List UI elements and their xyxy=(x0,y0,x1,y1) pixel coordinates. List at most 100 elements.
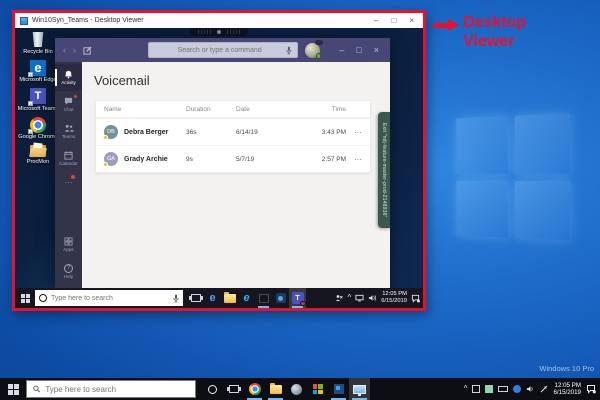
desktop-icon-recycle-bin[interactable]: Recycle Bin xyxy=(17,31,59,55)
tray-app-icon[interactable] xyxy=(472,385,480,393)
connect-icon[interactable] xyxy=(335,294,343,302)
viewer-close-button[interactable]: × xyxy=(409,16,414,25)
desktop-icon-microsoft-teams[interactable]: T ↗ Microsoft Teams xyxy=(17,88,59,112)
task-view-icon xyxy=(191,294,201,302)
ethernet-icon[interactable] xyxy=(540,385,548,393)
taskbar-chrome[interactable] xyxy=(244,378,265,400)
taskbar-search[interactable] xyxy=(26,380,196,398)
new-chat-icon[interactable] xyxy=(83,46,92,55)
voicemail-duration: 9s xyxy=(186,156,236,163)
desktop-icon-google-chrome[interactable]: ↗ Google Chrome xyxy=(17,116,59,140)
teams-minimize-button[interactable]: – xyxy=(339,45,344,55)
rail-item-apps[interactable]: Apps xyxy=(55,231,82,258)
folder-icon xyxy=(30,145,46,157)
taskbar-search-input[interactable] xyxy=(45,385,189,394)
column-time[interactable]: Time xyxy=(296,106,346,113)
voicemail-table: Name Duration Date Time DB xyxy=(95,100,371,173)
task-view-icon xyxy=(229,385,239,393)
start-button[interactable] xyxy=(15,288,35,308)
hidden-icons-button[interactable]: ^ xyxy=(347,294,351,302)
column-name[interactable]: Name xyxy=(104,106,186,113)
desktop-viewer-window[interactable]: Win10Syn_Teams - Desktop Viewer – □ × Re… xyxy=(12,10,426,311)
task-view-button[interactable] xyxy=(187,288,204,308)
back-button[interactable]: ‹ xyxy=(63,45,66,55)
teams-close-button[interactable]: × xyxy=(374,45,379,55)
taskbar-citrix-workspace[interactable] xyxy=(286,378,307,400)
taskbar-remote-app[interactable] xyxy=(328,378,349,400)
column-duration[interactable]: Duration xyxy=(186,106,236,113)
monitor-icon xyxy=(353,385,366,394)
taskbar-clock[interactable]: 12:05 PM 6/15/2019 xyxy=(381,291,407,305)
host-taskbar: ^ 12:05 PM 6/15/2019 xyxy=(0,378,600,400)
more-options-icon[interactable]: ··· xyxy=(346,128,362,137)
table-row[interactable]: DB Debra Berger 36s 6/14/19 3:43 PM ··· xyxy=(96,118,370,145)
search-icon xyxy=(33,385,40,393)
battery-icon[interactable] xyxy=(498,386,508,392)
taskbar-teams[interactable]: T xyxy=(289,288,306,308)
viewer-toolbar-grip[interactable] xyxy=(190,28,248,36)
rail-item-calendar[interactable]: Calendar xyxy=(55,145,82,172)
exit-session-tab[interactable]: Exit "ndj-feature-master-prod-2148936" xyxy=(378,112,390,228)
taskbar-clock[interactable]: 12:05 PM 6/15/2019 xyxy=(553,382,581,397)
shortcut-arrow-icon: ↗ xyxy=(28,101,33,106)
start-button[interactable] xyxy=(0,378,26,400)
forward-button[interactable]: › xyxy=(73,45,76,55)
internet-explorer-icon: e xyxy=(243,293,249,304)
task-view-button[interactable] xyxy=(223,378,244,400)
table-row[interactable]: GA Grady Archie 9s 5/7/19 2:57 PM ··· xyxy=(96,145,370,172)
taskbar-skype-for-business[interactable] xyxy=(272,288,289,308)
citrix-workspace-icon xyxy=(291,384,302,395)
viewer-maximize-button[interactable]: □ xyxy=(391,16,396,25)
viewer-minimize-button[interactable]: – xyxy=(374,16,378,25)
speaker-icon[interactable] xyxy=(526,385,535,393)
viewer-title: Win10Syn_Teams - Desktop Viewer xyxy=(32,17,144,24)
action-center-icon[interactable] xyxy=(411,294,420,303)
action-center-icon[interactable] xyxy=(586,384,596,394)
avatar-badge xyxy=(315,40,323,45)
network-icon[interactable] xyxy=(355,294,364,302)
taskbar-search-input[interactable] xyxy=(51,295,169,302)
windows-desktop: Windows 10 Pro Win10Syn_Teams - Desktop … xyxy=(0,0,600,400)
taskbar-admin-tool[interactable] xyxy=(307,378,328,400)
grip-dots-icon xyxy=(226,30,241,34)
caller-name: Debra Berger xyxy=(124,129,168,136)
voicemail-time: 2:57 PM xyxy=(296,156,346,163)
tray-green-app-icon[interactable] xyxy=(485,385,493,393)
teams-window[interactable]: ‹ › xyxy=(55,38,390,288)
teams-titlebar[interactable]: ‹ › xyxy=(55,38,390,62)
speaker-icon[interactable] xyxy=(368,294,377,302)
taskbar-cortana[interactable] xyxy=(202,378,223,400)
grip-dots-icon xyxy=(197,30,212,34)
hidden-icons-button[interactable]: ^ xyxy=(464,385,468,393)
teams-search-input[interactable] xyxy=(154,47,286,54)
taskbar-file-explorer[interactable] xyxy=(221,288,238,308)
taskbar-internet-explorer[interactable]: e xyxy=(238,288,255,308)
desktop-icon-procmon[interactable]: ProcMon xyxy=(17,145,59,165)
apps-grid-icon xyxy=(64,237,73,246)
taskbar-search[interactable] xyxy=(35,290,183,306)
edge-icon: e xyxy=(209,293,215,304)
taskbar-file-explorer[interactable] xyxy=(265,378,286,400)
teams-maximize-button[interactable]: □ xyxy=(356,45,361,55)
shortcut-arrow-icon: ↗ xyxy=(28,72,33,77)
skype-icon[interactable] xyxy=(513,385,521,393)
rail-item-help[interactable]: ? Help xyxy=(55,258,82,285)
taskbar-desktop-viewer[interactable] xyxy=(349,378,370,400)
desktop-icon-microsoft-edge[interactable]: e ↗ Microsoft Edge xyxy=(17,59,59,83)
column-date[interactable]: Date xyxy=(236,106,296,113)
caller-name: Grady Archie xyxy=(124,156,168,163)
taskbar-edge[interactable]: e xyxy=(204,288,221,308)
rail-item-teams[interactable]: Teams xyxy=(55,118,82,145)
rail-item-chat[interactable]: Chat xyxy=(55,91,82,118)
teams-command-box[interactable] xyxy=(148,42,298,58)
grip-knob-icon xyxy=(217,30,221,34)
taskbar-procmon[interactable] xyxy=(255,288,272,308)
avatar[interactable] xyxy=(305,43,320,58)
rail-item-activity[interactable]: Activity xyxy=(55,64,82,91)
presence-away-dot xyxy=(103,135,108,140)
more-options-icon[interactable]: ··· xyxy=(346,155,362,164)
microphone-icon[interactable] xyxy=(286,46,292,55)
rail-item-more[interactable]: ··· xyxy=(55,179,82,191)
viewer-titlebar[interactable]: Win10Syn_Teams - Desktop Viewer – □ × xyxy=(15,13,423,28)
microphone-icon[interactable] xyxy=(173,294,179,303)
